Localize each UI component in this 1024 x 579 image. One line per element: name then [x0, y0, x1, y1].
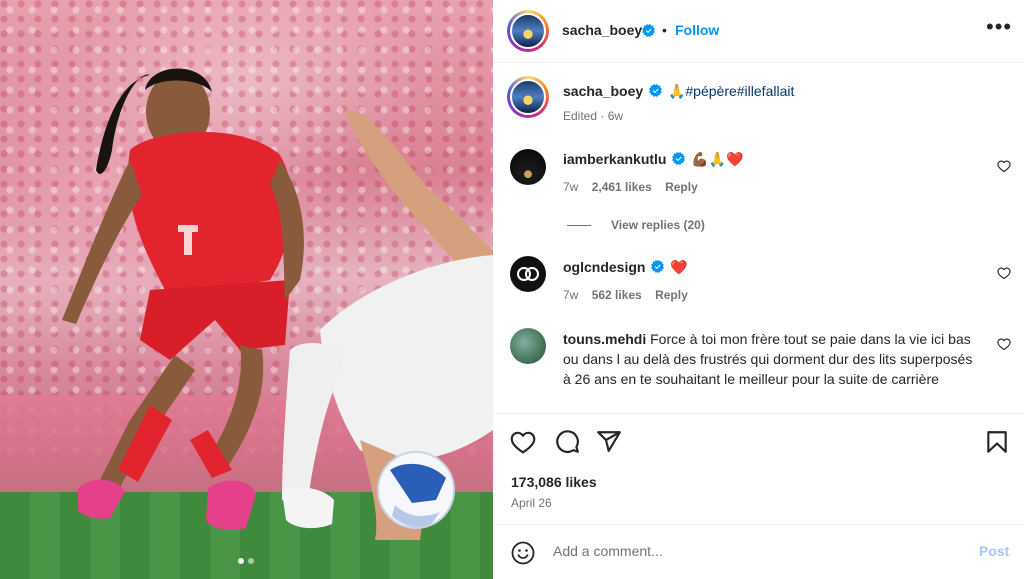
share-icon[interactable]	[596, 429, 622, 455]
comment-likes[interactable]: 2,461 likes	[592, 180, 652, 194]
comment-likes[interactable]: 562 likes	[592, 288, 642, 302]
author-username[interactable]: sacha_boey	[562, 22, 642, 38]
author-avatar-image	[510, 13, 546, 49]
author-avatar[interactable]	[507, 10, 549, 52]
oglcndesign-logo-icon	[517, 267, 539, 281]
comment-like-heart-icon[interactable]	[997, 266, 1011, 280]
comment-icon[interactable]	[554, 429, 580, 455]
photo-players-illustration	[62, 68, 493, 540]
caption-edited-time: Edited · 6w	[563, 109, 624, 123]
view-replies-button[interactable]: View replies (20)	[611, 218, 705, 232]
comment-reply-button[interactable]: Reply	[655, 288, 688, 302]
comment-username[interactable]: iamberkankutlu	[563, 151, 666, 167]
verified-icon	[672, 152, 686, 165]
comment-body: touns.mehdi Force à toi mon frère tout s…	[563, 329, 973, 389]
comment-composer: Add a comment... Post	[493, 524, 1024, 579]
bookmark-icon[interactable]	[984, 429, 1010, 455]
post-side-panel: sacha_boey • Follow ••• sacha_boey 🙏#pép…	[493, 0, 1024, 579]
caption-author-avatar-image	[510, 79, 546, 115]
post-photo[interactable]	[0, 0, 493, 579]
follow-button[interactable]: Follow	[675, 22, 719, 38]
post-date[interactable]: April 26	[511, 496, 552, 510]
comment-like-heart-icon[interactable]	[997, 337, 1011, 351]
follow-separator: •	[662, 22, 667, 38]
caption-username[interactable]: sacha_boey	[563, 83, 643, 99]
comment-username[interactable]: oglcndesign	[563, 259, 645, 275]
post-actions: 173,086 likes April 26	[493, 414, 1024, 524]
caption-verified-icon	[649, 84, 663, 97]
caption-emoji: 🙏	[667, 83, 686, 99]
comment-avatar[interactable]	[510, 149, 546, 185]
comment-username[interactable]: touns.mehdi	[563, 331, 646, 347]
verified-icon	[642, 24, 655, 37]
soccer-ball	[377, 451, 455, 529]
comment-meta: 7w 562 likes Reply	[563, 288, 688, 302]
comment-body: iamberkankutlu 💪🏾🙏❤️	[563, 149, 963, 169]
comments-list[interactable]: sacha_boey 🙏#pépère#illefallait Edited ·…	[493, 64, 1024, 414]
carousel-indicator	[238, 558, 254, 564]
comment-body: oglcndesign ❤️	[563, 257, 963, 277]
comment-meta: 7w 2,461 likes Reply	[563, 180, 698, 194]
verified-icon	[651, 260, 665, 273]
comment-like-heart-icon[interactable]	[997, 159, 1011, 173]
caption-author-avatar[interactable]	[507, 76, 549, 118]
red-player	[62, 68, 304, 530]
emoji-icon[interactable]	[511, 541, 535, 565]
caption-hashtags[interactable]: #pépère#illefallait	[685, 83, 794, 99]
more-options-icon[interactable]: •••	[986, 16, 1011, 40]
comment-reply-button[interactable]: Reply	[665, 180, 698, 194]
post-header: sacha_boey • Follow •••	[493, 0, 1024, 63]
view-replies-line	[567, 225, 591, 226]
comment-avatar[interactable]	[510, 328, 546, 364]
post-comment-button[interactable]: Post	[979, 543, 1009, 559]
post-likes-count[interactable]: 173,086 likes	[511, 474, 597, 490]
add-comment-input[interactable]: Add a comment...	[553, 543, 663, 559]
carousel-dot-active[interactable]	[238, 558, 244, 564]
like-heart-icon[interactable]	[510, 429, 536, 455]
comment-text: 💪🏾🙏❤️	[691, 151, 744, 167]
caption: sacha_boey 🙏#pépère#illefallait	[563, 81, 1003, 101]
comment-time[interactable]: 7w	[563, 288, 578, 302]
carousel-dot[interactable]	[248, 558, 254, 564]
comment-time[interactable]: 7w	[563, 180, 578, 194]
comment-avatar[interactable]	[510, 256, 546, 292]
instagram-post-dialog: sacha_boey • Follow ••• sacha_boey 🙏#pép…	[0, 0, 1024, 579]
comment-text: ❤️	[670, 259, 688, 275]
